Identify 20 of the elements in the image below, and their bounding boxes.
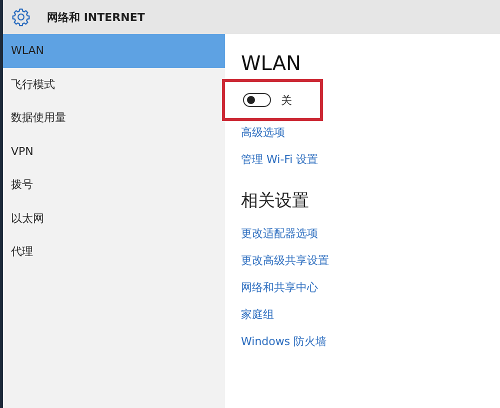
link[interactable]: 高级选项: [241, 125, 285, 140]
sidebar-item[interactable]: 拨号: [3, 168, 225, 202]
sidebar-item[interactable]: 数据使用量: [3, 101, 225, 134]
link[interactable]: 更改适配器选项: [241, 226, 318, 241]
sidebar-item[interactable]: 以太网: [3, 202, 225, 235]
sidebar-item[interactable]: VPN: [3, 134, 225, 168]
link[interactable]: 管理 Wi-Fi 设置: [241, 152, 318, 167]
page-title: 网络和 INTERNET: [47, 10, 145, 24]
sidebar-item[interactable]: 代理: [3, 235, 225, 268]
link[interactable]: 更改高级共享设置: [241, 253, 329, 268]
section-heading: 相关设置: [241, 190, 309, 212]
link[interactable]: 网络和共享中心: [241, 280, 318, 295]
settings-icon: [11, 7, 31, 27]
sidebar-item[interactable]: 飞行模式: [3, 68, 225, 101]
section-title: WLAN: [241, 51, 302, 75]
toggle-switch[interactable]: [243, 93, 271, 107]
sidebar-item[interactable]: WLAN: [3, 34, 225, 68]
link[interactable]: Windows 防火墙: [241, 334, 327, 349]
link[interactable]: 家庭组: [241, 307, 274, 322]
toggle-label: 关: [281, 92, 292, 108]
